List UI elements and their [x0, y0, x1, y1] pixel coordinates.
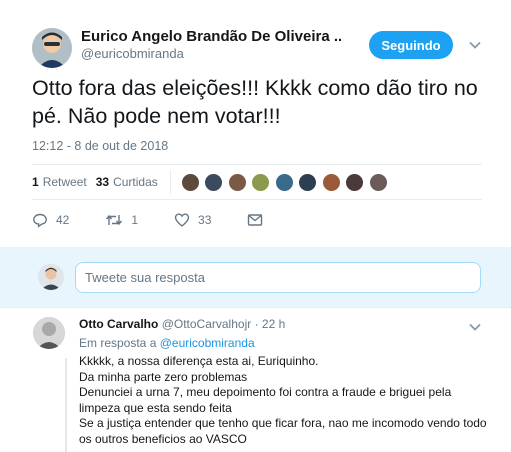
following-button[interactable]: Seguindo — [369, 31, 453, 59]
retweets-stat[interactable]: 1 Retweet — [32, 175, 87, 189]
chevron-down-icon[interactable] — [468, 320, 482, 334]
reply-line: Denunciei a urna 7, meu depoimento foi c… — [79, 385, 452, 399]
reply-line: os outros beneficios ao VASCO — [79, 431, 247, 446]
reply-tweet: Otto Carvalho @OttoCarvalhojr · 22 h Em … — [0, 307, 511, 452]
like-action[interactable]: 33 — [174, 212, 211, 228]
reply-composer: Tweete sua resposta — [0, 247, 511, 307]
envelope-icon — [248, 214, 263, 226]
liker-avatar[interactable] — [227, 172, 247, 192]
divider — [169, 170, 171, 194]
reply-input[interactable]: Tweete sua resposta — [75, 262, 481, 293]
liker-avatar[interactable] — [345, 172, 365, 192]
liker-avatar[interactable] — [274, 172, 294, 192]
engagement-stats: 1 Retweet 33 Curtidas — [32, 170, 393, 194]
heart-icon — [174, 213, 190, 227]
likes-count: 33 — [95, 175, 110, 189]
reply-author-name: Otto Carvalho — [79, 317, 159, 331]
reply-line: Se a justiça entender que tenho que fica… — [79, 416, 487, 430]
author-name[interactable]: Eurico Angelo Brandão De Oliveira ... — [81, 28, 341, 45]
liker-avatar[interactable] — [368, 172, 388, 192]
chevron-down-icon[interactable] — [468, 38, 482, 52]
reply-text: Kkkkk, a nossa diferença esta ai, Euriqu… — [79, 354, 499, 447]
replying-to: Em resposta a @euricobmiranda — [79, 336, 255, 350]
author-handle[interactable]: @euricobmiranda — [81, 46, 184, 61]
retweet-icon — [106, 214, 123, 226]
liker-avatar[interactable] — [321, 172, 341, 192]
retweets-label: Retweet — [42, 175, 87, 189]
thread-line — [65, 358, 67, 452]
reply-author[interactable]: Otto Carvalho @OttoCarvalhojr · 22 h — [79, 317, 285, 331]
reply-author-handle: @OttoCarvalhojr — [161, 317, 252, 331]
likers-avatars — [180, 172, 393, 192]
tweet-actions: 42 1 33 — [32, 210, 307, 230]
reply-line: limpeza que esta sendo feita — [79, 400, 232, 415]
message-action[interactable] — [247, 212, 271, 228]
likes-stat[interactable]: 33 Curtidas — [96, 175, 158, 189]
liker-avatar[interactable] — [204, 172, 224, 192]
replying-to-prefix: Em resposta a — [79, 336, 157, 350]
reply-count: 42 — [56, 213, 70, 227]
tweet-timestamp[interactable]: 12:12 - 8 de out de 2018 — [32, 139, 168, 153]
divider — [32, 164, 482, 165]
current-user-avatar — [38, 264, 64, 290]
liker-avatar[interactable] — [298, 172, 318, 192]
likes-label: Curtidas — [113, 175, 158, 189]
reply-action[interactable]: 42 — [32, 212, 69, 228]
reply-line: Kkkkk, a nossa diferença esta ai, Euriqu… — [79, 354, 319, 368]
liker-avatar[interactable] — [180, 172, 200, 192]
like-count: 33 — [198, 213, 212, 227]
retweet-count: 1 — [131, 213, 139, 227]
retweets-count: 1 — [32, 175, 39, 189]
reply-icon — [33, 213, 47, 228]
author-avatar[interactable] — [32, 28, 72, 68]
reply-line: Da minha parte zero problemas — [79, 369, 248, 384]
tweet-text: Otto fora das eleições!!! Kkkk como dão … — [32, 76, 478, 128]
divider — [32, 199, 482, 200]
main-tweet: Eurico Angelo Brandão De Oliveira ... @e… — [0, 0, 511, 247]
replying-to-mention[interactable]: @euricobmiranda — [160, 336, 255, 350]
reply-author-avatar[interactable] — [33, 317, 65, 349]
retweet-action[interactable]: 1 — [105, 212, 138, 228]
liker-avatar[interactable] — [251, 172, 271, 192]
reply-time[interactable]: · 22 h — [255, 317, 286, 331]
